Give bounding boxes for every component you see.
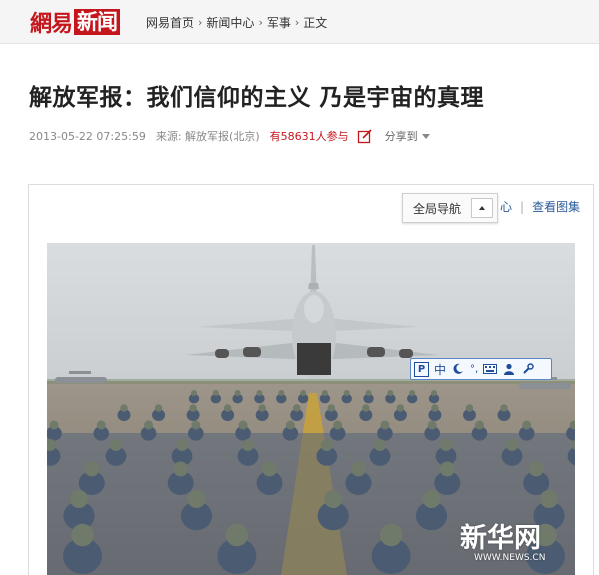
gallery-links: 心 | 查看图集 [500, 198, 580, 215]
ime-toolbar[interactable]: P 中 °, [410, 358, 552, 380]
publish-datetime: 2013-05-22 07:25:59 [29, 129, 146, 143]
ime-mode-toggle[interactable]: 中 [434, 361, 446, 378]
view-gallery-link[interactable]: 查看图集 [532, 198, 580, 215]
breadcrumb-separator: › [198, 16, 203, 29]
comment-edit-icon[interactable] [357, 128, 373, 144]
logo-netease-text: 網易 [30, 11, 73, 37]
netease-news-logo[interactable]: 網易 新闻 [30, 8, 121, 37]
article-title: 解放军报：我们信仰的主义 乃是宇宙的真理 [29, 84, 485, 111]
share-label: 分享到 [384, 130, 418, 143]
breadcrumb-home[interactable]: 网易首页 [146, 14, 194, 31]
global-nav-label: 全局导航 [412, 201, 461, 216]
global-nav-toggle-button[interactable] [471, 198, 493, 218]
link-separator: | [520, 199, 525, 214]
moon-icon[interactable] [451, 362, 465, 376]
breadcrumb: 网易首页 › 新闻中心 › 军事 › 正文 [146, 14, 327, 31]
punctuation-toggle[interactable]: °, [470, 364, 478, 375]
p-logo-icon[interactable]: P [414, 361, 429, 377]
logo-news-text: 新闻 [74, 9, 121, 35]
keyboard-icon[interactable] [483, 362, 498, 376]
chevron-up-icon [479, 206, 485, 210]
xinhua-watermark: 新华网 [460, 523, 541, 554]
top-bar: 網易 新闻 网易首页 › 新闻中心 › 军事 › 正文 [0, 0, 599, 44]
breadcrumb-separator: › [294, 16, 300, 29]
breadcrumb-current: 正文 [303, 16, 328, 30]
user-icon[interactable] [502, 362, 516, 376]
breadcrumb-military[interactable]: 军事 [267, 14, 291, 31]
wrench-icon[interactable] [521, 362, 535, 376]
chevron-down-icon [421, 133, 430, 139]
breadcrumb-separator: › [258, 16, 263, 29]
breadcrumb-news-center[interactable]: 新闻中心 [206, 14, 254, 31]
participant-count-link[interactable]: 有58631人参与 [270, 128, 349, 144]
article-source[interactable]: 来源: 解放军报(北京) [156, 128, 260, 144]
xinhua-watermark-url: WWW.NEWS.CN [474, 553, 546, 563]
global-nav-box[interactable]: 全局导航 [402, 193, 498, 223]
article-meta: 2013-05-22 07:25:59 来源: 解放军报(北京) 有58631人… [29, 128, 430, 144]
gallery-link-partial[interactable]: 心 [500, 198, 512, 215]
share-dropdown[interactable]: 分享到 [385, 128, 430, 144]
